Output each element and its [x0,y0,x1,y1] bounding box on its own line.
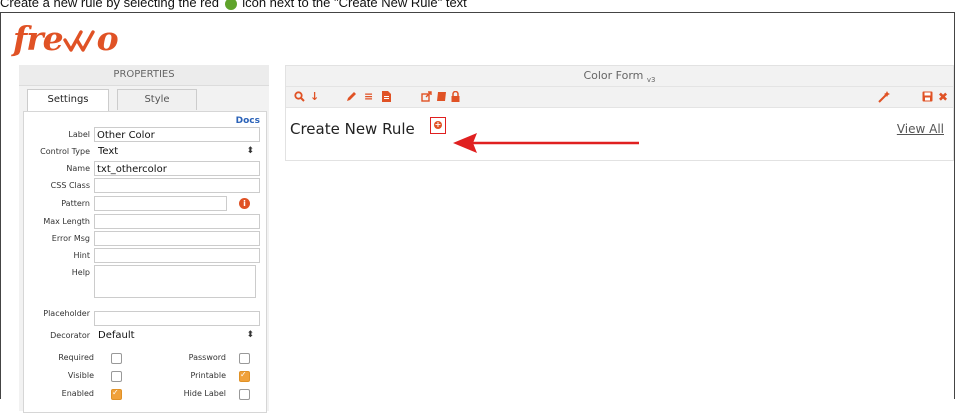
form-version: v3 [646,76,656,85]
visible-checkbox[interactable] [111,371,122,382]
rules-toolbar: ↓ ≡ ✖ [286,87,953,108]
error-msg-label: Error Msg [51,234,90,243]
decorator-value: Default [98,330,135,341]
save-icon[interactable] [922,91,933,105]
hide-label-checkbox[interactable] [239,389,250,400]
label-row: Label Other Color [24,126,264,143]
decorator-label: Decorator [50,331,90,340]
lock-icon[interactable] [451,90,460,105]
caption-prefix: Create a new rule by selecting the red [0,0,219,10]
frevvo-logo: fre o [13,19,119,58]
tab-style[interactable]: Style [117,89,197,110]
visible-label: Visible [67,371,94,380]
pencil-icon[interactable] [346,91,357,105]
sort-icon[interactable]: ↓ [310,91,319,103]
password-checkbox[interactable] [239,353,250,364]
docs-link[interactable]: Docs [236,116,260,126]
error-msg-input[interactable] [94,231,260,246]
control-type-label: Control Type [40,147,90,156]
decorator-row: Decorator Default ⬍ [24,327,264,344]
control-type-row: Control Type Text ⬍ [24,143,264,160]
pattern-row: Pattern i [24,195,264,212]
book-icon[interactable] [436,91,447,105]
green-plus-icon [224,0,237,10]
name-label: Name [66,164,90,173]
help-label: Help [71,268,90,277]
settings-form: Docs Label Other Color Control Type Text… [23,111,267,413]
enabled-checkbox[interactable] [111,388,122,400]
select-caret-icon: ⬍ [246,330,254,340]
error-msg-row: Error Msg [24,230,264,247]
annotation-arrow-icon [453,133,639,153]
logo-text: fre [13,19,64,58]
hint-row: Hint [24,247,264,264]
external-link-icon[interactable] [421,91,432,105]
placeholder-row: Placeholder [24,305,264,326]
pattern-label: Pattern [61,199,90,208]
printable-label: Printable [190,371,226,380]
placeholder-label: Placeholder [43,309,90,318]
css-class-label: CSS Class [50,181,90,190]
help-row: Help [24,264,264,300]
max-length-label: Max Length [43,217,90,226]
form-title: Color Form v3 [286,66,953,87]
css-class-input[interactable] [94,178,260,193]
tab-settings[interactable]: Settings [27,89,109,111]
select-caret-icon: ⬍ [246,146,254,156]
list-icon[interactable]: ≡ [364,91,373,103]
required-checkbox[interactable] [111,353,122,364]
max-length-input[interactable] [94,214,260,229]
form-title-text: Color Form [583,69,644,82]
label-label: Label [68,130,90,139]
view-all-link[interactable]: View All [897,122,944,136]
hide-label-label: Hide Label [183,389,226,398]
enabled-label: Enabled [61,389,94,398]
instruction-caption: Create a new rule by selecting the red i… [0,0,955,12]
name-row: Name txt_othercolor [24,160,264,177]
required-label: Required [58,353,94,362]
magic-wand-icon[interactable] [878,91,890,106]
max-length-row: Max Length [24,213,264,230]
password-label: Password [188,353,226,362]
control-type-select[interactable]: Text ⬍ [94,144,260,159]
create-new-rule-title: Create New Rule [290,120,415,138]
caption-suffix: icon next to the "Create New Rule" text [242,0,467,10]
control-type-value: Text [98,146,119,157]
css-class-row: CSS Class [24,177,264,194]
name-input[interactable]: txt_othercolor [94,161,260,176]
pattern-input[interactable] [94,196,227,211]
label-input[interactable]: Other Color [94,127,260,142]
create-rule-highlight-box: + [430,117,446,134]
app-window: fre o PROPERTIES Settings Style Docs Lab… [0,12,955,413]
printable-checkbox[interactable] [239,370,250,382]
placeholder-input[interactable] [94,311,260,326]
search-icon[interactable] [294,91,305,105]
hint-input[interactable] [94,248,260,263]
create-rule-plus-icon[interactable]: + [434,121,442,129]
help-textarea[interactable] [94,265,256,298]
decorator-select[interactable]: Default ⬍ [94,328,260,343]
hint-label: Hint [73,251,90,260]
close-icon[interactable]: ✖ [938,91,948,103]
document-icon[interactable] [382,91,391,105]
properties-header: PROPERTIES [19,65,269,86]
properties-panel: PROPERTIES Settings Style Docs Label Oth… [19,65,269,413]
pattern-info-icon[interactable]: i [239,198,250,209]
